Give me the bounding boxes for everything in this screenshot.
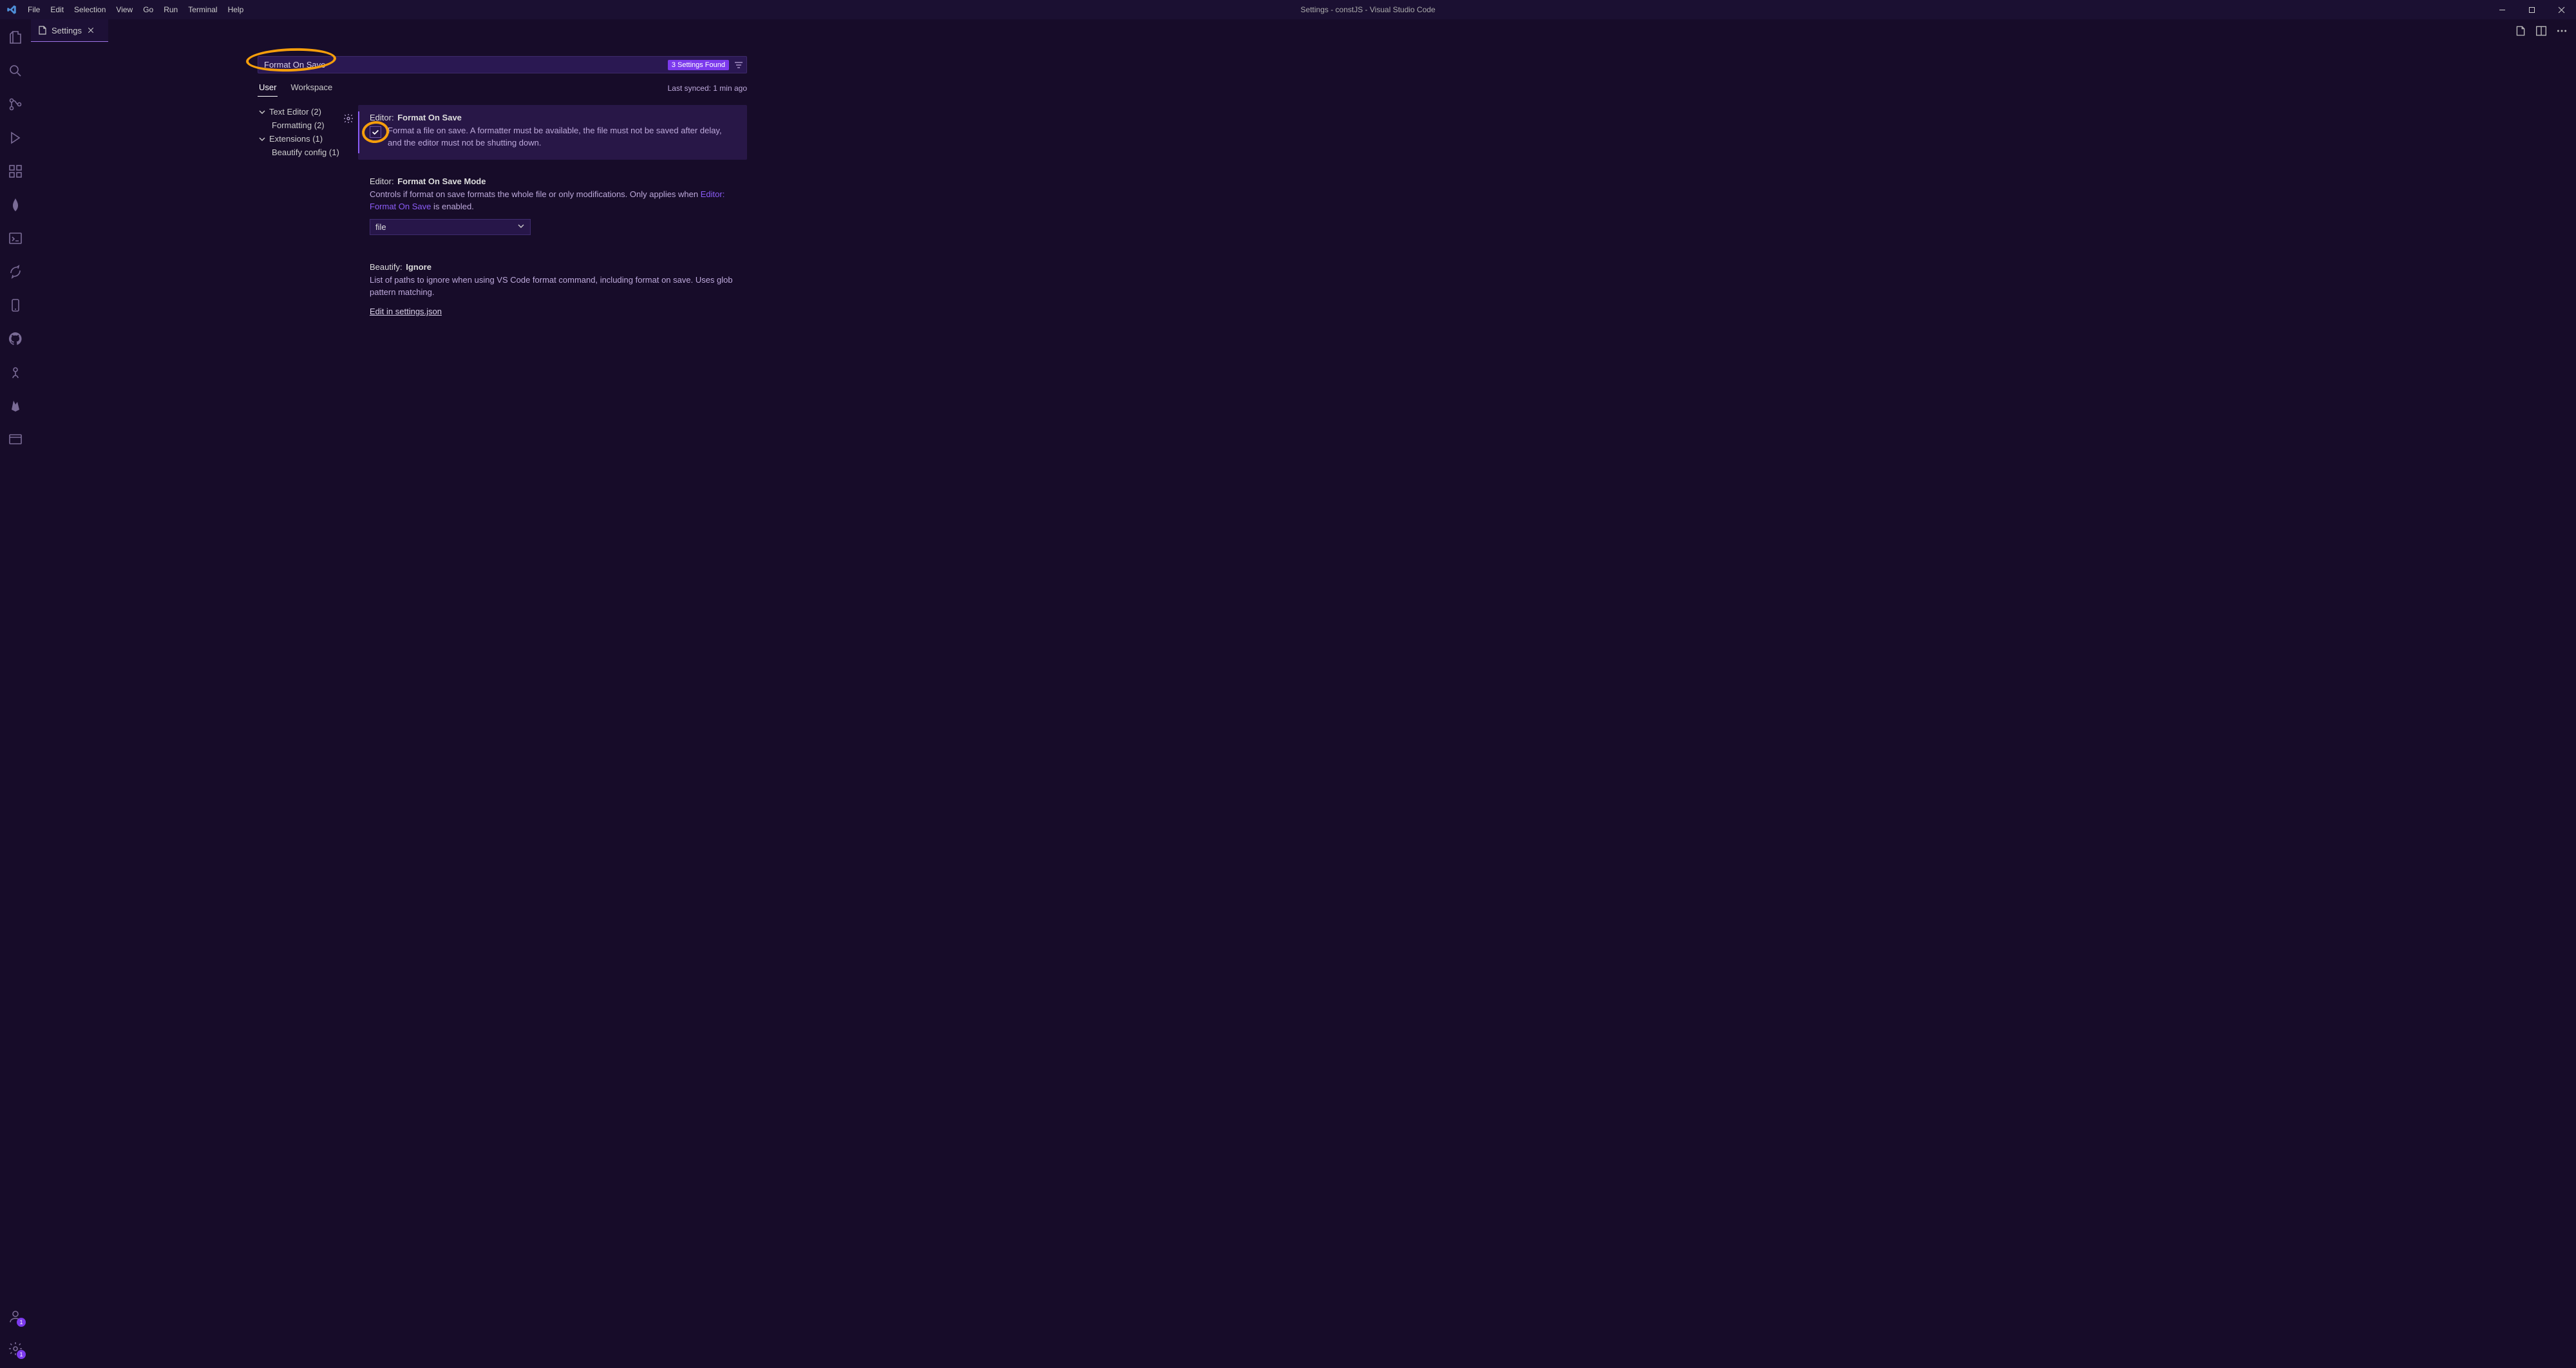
window-title: Settings - constJS - Visual Studio Code	[249, 5, 2487, 14]
format-on-save-mode-select[interactable]: file	[370, 219, 531, 235]
scope-tab-workspace[interactable]: Workspace	[289, 80, 334, 96]
vscode-logo-icon	[0, 4, 23, 15]
menu-go[interactable]: Go	[138, 1, 158, 18]
split-editor-icon[interactable]	[2535, 24, 2548, 37]
settings-body[interactable]: 3 Settings Found User Workspace Last syn…	[31, 42, 2576, 1368]
setting-description: Controls if format on save formats the w…	[370, 189, 735, 213]
tab-label: Settings	[52, 26, 82, 35]
settings-scope-row: User Workspace Last synced: 1 min ago	[258, 80, 747, 96]
menu-help[interactable]: Help	[223, 1, 249, 18]
format-on-save-checkbox[interactable]	[370, 126, 381, 138]
editor-area: Settings 3 Settings Found	[31, 19, 2576, 1368]
activity-bar: 1 1	[0, 19, 31, 1368]
accounts-icon[interactable]: 1	[0, 1305, 31, 1328]
setting-description: Format a file on save. A formatter must …	[388, 125, 735, 149]
toc-label: Extensions (1)	[269, 134, 323, 144]
firebase-icon[interactable]	[0, 394, 31, 417]
manage-gear-icon[interactable]: 1	[0, 1337, 31, 1360]
device-icon[interactable]	[0, 294, 31, 317]
minimize-button[interactable]	[2487, 0, 2517, 19]
extensions-icon[interactable]	[0, 160, 31, 183]
project-manager-icon[interactable]	[0, 428, 31, 451]
maximize-button[interactable]	[2517, 0, 2546, 19]
accounts-badge: 1	[17, 1318, 26, 1327]
tab-close-icon[interactable]	[86, 25, 96, 35]
more-actions-icon[interactable]	[2555, 24, 2568, 37]
setting-gear-icon[interactable]	[343, 113, 354, 124]
toc-text-editor[interactable]: Text Editor (2)	[258, 105, 354, 119]
window-controls	[2487, 0, 2576, 19]
settings-search-row: 3 Settings Found	[258, 56, 747, 73]
chevron-down-icon	[258, 108, 267, 117]
settings-results: Editor: Format On Save Format a file on …	[354, 105, 747, 327]
settings-found-badge: 3 Settings Found	[668, 60, 729, 70]
toc-formatting[interactable]: Formatting (2)	[258, 119, 354, 132]
terminal-panel-icon[interactable]	[0, 227, 31, 250]
run-debug-icon[interactable]	[0, 126, 31, 149]
close-button[interactable]	[2546, 0, 2576, 19]
gitlens-icon[interactable]	[0, 361, 31, 384]
menu-run[interactable]: Run	[158, 1, 183, 18]
manage-badge: 1	[17, 1350, 26, 1359]
scope-tab-user[interactable]: User	[258, 80, 278, 96]
setting-beautify-ignore: Beautify: Ignore List of paths to ignore…	[358, 254, 747, 327]
toc-extensions[interactable]: Extensions (1)	[258, 132, 354, 146]
setting-name: Format On Save	[397, 113, 462, 122]
explorer-icon[interactable]	[0, 26, 31, 49]
open-settings-json-icon[interactable]	[2514, 24, 2527, 37]
select-value: file	[375, 222, 386, 232]
edit-in-settings-json-link[interactable]: Edit in settings.json	[370, 307, 442, 316]
menu-file[interactable]: File	[23, 1, 45, 18]
setting-name: Ignore	[406, 262, 431, 272]
setting-name: Format On Save Mode	[397, 176, 486, 186]
thunder-client-icon[interactable]	[0, 260, 31, 283]
setting-format-on-save-mode: Editor: Format On Save Mode Controls if …	[358, 169, 747, 246]
chevron-down-icon	[258, 135, 267, 144]
menu-view[interactable]: View	[111, 1, 138, 18]
github-icon[interactable]	[0, 327, 31, 350]
settings-toc: Text Editor (2) Formatting (2) Extension…	[258, 105, 354, 327]
tab-settings[interactable]: Settings	[31, 19, 108, 42]
settings-sync-status[interactable]: Last synced: 1 min ago	[668, 84, 747, 93]
editor-actions	[2506, 19, 2576, 42]
toc-beautify[interactable]: Beautify config (1)	[258, 146, 354, 159]
source-control-icon[interactable]	[0, 93, 31, 116]
menu-selection[interactable]: Selection	[69, 1, 111, 18]
menu-bar: File Edit Selection View Go Run Terminal…	[23, 1, 249, 18]
tabs-row: Settings	[31, 19, 2576, 42]
settings-file-icon	[37, 25, 48, 35]
menu-edit[interactable]: Edit	[45, 1, 69, 18]
chevron-down-icon	[517, 222, 525, 232]
menu-terminal[interactable]: Terminal	[183, 1, 222, 18]
settings-filter-icon[interactable]	[733, 59, 744, 71]
setting-description: List of paths to ignore when using VS Co…	[370, 274, 735, 299]
setting-format-on-save: Editor: Format On Save Format a file on …	[358, 105, 747, 160]
toc-label: Text Editor (2)	[269, 107, 321, 117]
setting-scope: Editor:	[370, 176, 394, 186]
mongodb-icon[interactable]	[0, 193, 31, 216]
titlebar: File Edit Selection View Go Run Terminal…	[0, 0, 2576, 19]
search-icon[interactable]	[0, 59, 31, 82]
setting-scope: Beautify:	[370, 262, 402, 272]
setting-scope: Editor:	[370, 113, 394, 122]
